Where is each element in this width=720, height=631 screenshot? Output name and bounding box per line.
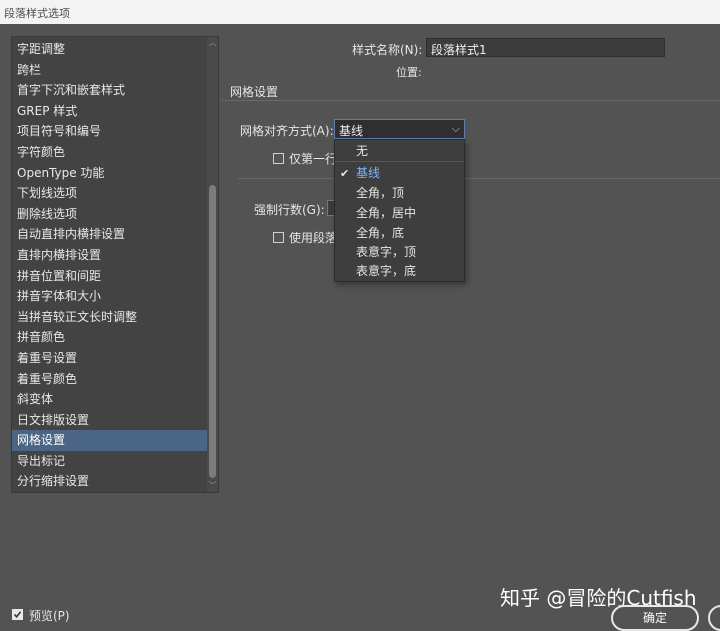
dropdown-option-label: 全角，顶 xyxy=(356,186,405,200)
sidebar-item[interactable]: 网格设置 xyxy=(12,430,209,451)
dropdown-option-label: 无 xyxy=(356,144,369,158)
dropdown-option[interactable]: 基线 ✔ xyxy=(335,164,464,183)
preview-label: 预览(P) xyxy=(29,609,70,623)
sidebar-item[interactable]: 着重号颜色 xyxy=(12,369,209,390)
window-title: 段落样式选项 xyxy=(4,7,70,20)
title-bar: 段落样式选项 xyxy=(0,0,720,24)
sidebar-item[interactable]: 拼音颜色 xyxy=(12,327,209,348)
dropdown-option-label: 表意字，顶 xyxy=(356,245,417,259)
dropdown-option-label: 表意字，底 xyxy=(356,264,417,278)
grid-align-value: 基线 xyxy=(339,124,364,138)
sidebar-item[interactable]: 导出标记 xyxy=(12,451,209,472)
dropdown-option[interactable]: 表意字，底 xyxy=(335,262,464,281)
sidebar-item[interactable]: 删除线选项 xyxy=(12,204,209,225)
checkmark-icon xyxy=(13,611,22,619)
first-line-only-checkbox[interactable] xyxy=(273,153,284,164)
scroll-down-icon[interactable]: ﹀ xyxy=(207,481,218,491)
cancel-button[interactable] xyxy=(708,605,720,631)
grid-align-dropdown[interactable]: 无基线 ✔ 全角，顶全角，居中全角，底表意字，顶表意字，底 xyxy=(334,139,465,282)
sidebar-item[interactable]: 项目符号和编号 xyxy=(12,121,209,142)
section-title: 网格设置 xyxy=(230,85,279,99)
category-list[interactable]: 字距调整 跨栏 首字下沉和嵌套样式 GREP 样式 项目符号和编号 字符颜色 OpenTyp… xyxy=(11,36,219,493)
sidebar-item[interactable]: 跨栏 xyxy=(12,60,209,81)
sidebar-item[interactable]: 字距调整 xyxy=(12,39,209,60)
sidebar-item[interactable]: OpenType 功能 xyxy=(12,163,209,184)
style-name-label: 样式名称(N): xyxy=(352,43,423,57)
sidebar-item[interactable]: 当拼音较正文长时调整 xyxy=(12,307,209,328)
force-lines-label: 强制行数(G): xyxy=(254,203,325,217)
dropdown-option[interactable]: 全角，顶 xyxy=(335,184,464,203)
sidebar-item[interactable]: 着重号设置 xyxy=(12,348,209,369)
sidebar-item[interactable]: 分行缩排设置 xyxy=(12,471,209,492)
scroll-up-icon[interactable]: ︿ xyxy=(207,38,218,48)
section-divider xyxy=(222,100,720,101)
subsection-divider xyxy=(238,178,720,179)
location-label: 位置: xyxy=(396,66,422,79)
check-icon: ✔ xyxy=(340,167,350,180)
use-paragraph-checkbox[interactable] xyxy=(273,232,284,243)
use-paragraph-label: 使用段落 xyxy=(289,231,338,245)
sidebar-item[interactable]: 字符颜色 xyxy=(12,142,209,163)
ok-button[interactable]: 确定 xyxy=(611,605,699,631)
dropdown-option[interactable]: 全角，居中 xyxy=(335,204,464,223)
sidebar-item[interactable]: 直排内横排设置 xyxy=(12,245,209,266)
category-items: 字距调整 跨栏 首字下沉和嵌套样式 GREP 样式 项目符号和编号 字符颜色 OpenTyp… xyxy=(12,39,209,492)
grid-align-select[interactable]: 基线 ⌵ xyxy=(334,119,465,139)
sidebar-item[interactable]: 拼音字体和大小 xyxy=(12,286,209,307)
dropdown-option[interactable]: 全角，底 xyxy=(335,224,464,243)
dropdown-option-label: 基线 xyxy=(356,166,381,180)
sidebar-item[interactable]: GREP 样式 xyxy=(12,101,209,122)
dropdown-separator xyxy=(335,161,464,162)
sidebar-item[interactable]: 自动直排内横排设置 xyxy=(12,224,209,245)
sidebar-item[interactable]: 首字下沉和嵌套样式 xyxy=(12,80,209,101)
sidebar-item[interactable]: 拼音位置和间距 xyxy=(12,266,209,287)
first-line-only-label: 仅第一行 xyxy=(289,152,338,166)
chevron-down-icon: ⌵ xyxy=(451,122,460,135)
dropdown-option[interactable]: 无 xyxy=(335,142,464,161)
grid-align-label: 网格对齐方式(A): xyxy=(240,124,334,138)
sidebar-item[interactable]: 下划线选项 xyxy=(12,183,209,204)
sidebar-item[interactable]: 日文排版设置 xyxy=(12,410,209,431)
scroll-thumb[interactable] xyxy=(209,185,216,478)
dropdown-option-label: 全角，底 xyxy=(356,226,405,240)
preview-checkbox[interactable] xyxy=(12,609,23,620)
dropdown-option[interactable]: 表意字，顶 xyxy=(335,243,464,262)
dropdown-option-label: 全角，居中 xyxy=(356,206,417,220)
category-scrollbar[interactable]: ︿ ﹀ xyxy=(207,37,218,492)
style-name-input[interactable]: 段落样式1 xyxy=(426,38,665,57)
sidebar-item[interactable]: 斜变体 xyxy=(12,389,209,410)
